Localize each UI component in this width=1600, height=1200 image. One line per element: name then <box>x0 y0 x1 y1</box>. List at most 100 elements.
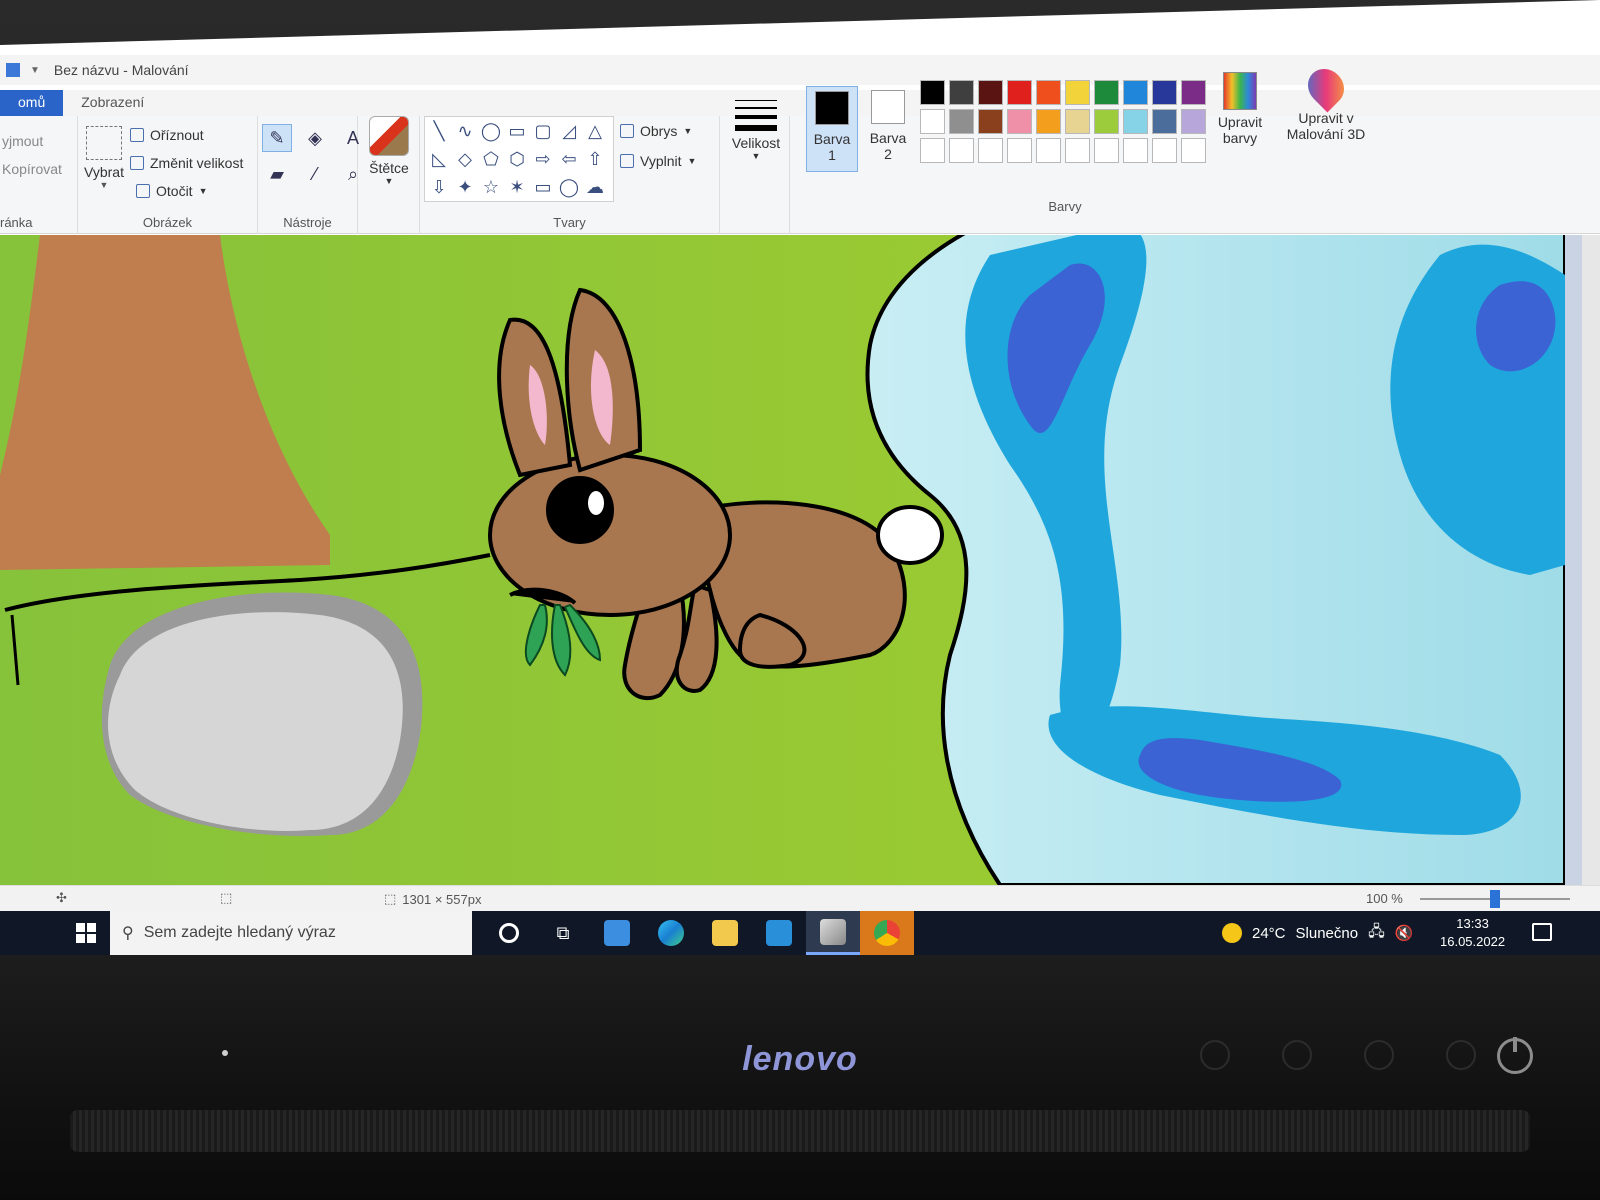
mail-button[interactable] <box>752 911 806 955</box>
cortana-button[interactable] <box>482 911 536 955</box>
shape-item[interactable]: ⇨ <box>531 147 555 171</box>
color1-selector[interactable]: Barva 1 <box>806 86 858 172</box>
color-swatch[interactable] <box>1065 138 1090 163</box>
resize-button[interactable]: Změnit velikost <box>130 150 243 176</box>
color-swatch[interactable] <box>1181 109 1206 134</box>
zoom-slider-thumb[interactable] <box>1490 890 1500 908</box>
shape-item[interactable]: ⬠ <box>479 147 503 171</box>
color-swatch[interactable] <box>978 109 1003 134</box>
color-swatch[interactable] <box>1181 80 1206 105</box>
color-swatch[interactable] <box>1065 109 1090 134</box>
drawing-canvas[interactable] <box>0 235 1565 885</box>
shape-item[interactable]: ◿ <box>557 119 581 143</box>
crop-button[interactable]: Oříznout <box>130 122 204 148</box>
task-view-button[interactable]: ⧉ <box>536 911 590 955</box>
select-button[interactable]: Vybrat ▼ <box>80 126 128 190</box>
color-picker-tool[interactable]: ⁄ <box>300 160 330 188</box>
power-button[interactable] <box>1497 1037 1533 1074</box>
shape-item[interactable]: ▢ <box>531 119 555 143</box>
clock-time: 13:33 <box>1456 916 1489 931</box>
color-swatch[interactable] <box>920 80 945 105</box>
shape-item[interactable]: ⇧ <box>583 147 607 171</box>
color-swatch[interactable] <box>1007 138 1032 163</box>
color-swatch[interactable] <box>920 138 945 163</box>
shape-item[interactable]: ☆ <box>479 175 503 199</box>
start-button[interactable] <box>76 923 96 943</box>
notification-center-icon[interactable] <box>1532 923 1552 941</box>
color-swatch[interactable] <box>1036 109 1061 134</box>
rabbit-tail <box>876 505 944 565</box>
paint-taskbar-button[interactable] <box>806 911 860 955</box>
color-swatch[interactable] <box>978 80 1003 105</box>
bezel-button[interactable] <box>1282 1040 1312 1070</box>
weather-temperature[interactable]: 24°C <box>1252 925 1286 942</box>
shape-item[interactable]: ◇ <box>453 147 477 171</box>
eraser-tool[interactable]: ▰ <box>262 160 292 188</box>
taskbar-search[interactable]: ⚲ Sem zadejte hledaný výraz <box>110 911 472 955</box>
rotate-button[interactable]: Otočit ▼ <box>136 178 208 204</box>
size-button[interactable]: Velikost ▼ <box>728 100 784 161</box>
shape-item[interactable]: ✶ <box>505 175 529 199</box>
color2-selector[interactable]: Barva 2 <box>862 86 914 172</box>
color-swatch[interactable] <box>1094 138 1119 163</box>
vertical-scrollbar[interactable] <box>1582 235 1600 885</box>
file-explorer-button[interactable] <box>698 911 752 955</box>
color-swatch[interactable] <box>1036 80 1061 105</box>
color-swatch[interactable] <box>1094 109 1119 134</box>
fill-button[interactable]: Vyplnit ▼ <box>620 148 696 174</box>
color-swatch[interactable] <box>1152 109 1177 134</box>
bezel-button[interactable] <box>1364 1040 1394 1070</box>
shape-item[interactable]: △ <box>583 119 607 143</box>
search-placeholder: Sem zadejte hledaný výraz <box>143 924 336 941</box>
color-swatch[interactable] <box>949 80 974 105</box>
shape-item[interactable]: ⬡ <box>505 147 529 171</box>
shape-item[interactable]: ╲ <box>427 119 451 143</box>
chrome-button[interactable] <box>860 911 914 955</box>
fill-tool[interactable]: ◈ <box>300 124 330 152</box>
cut-button[interactable]: yjmout <box>2 128 43 154</box>
edge-button[interactable] <box>644 911 698 955</box>
brushes-label: Štětce <box>369 160 409 176</box>
color-swatch[interactable] <box>1123 80 1148 105</box>
shape-item[interactable]: ▭ <box>505 119 529 143</box>
shape-item[interactable]: ∿ <box>453 119 477 143</box>
volume-muted-icon[interactable]: 🔇 <box>1395 924 1414 942</box>
shape-item[interactable]: ◯ <box>557 175 581 199</box>
brushes-button[interactable]: Štětce ▼ <box>364 116 414 186</box>
color-swatch[interactable] <box>1123 109 1148 134</box>
color-swatch[interactable] <box>1007 80 1032 105</box>
color-swatch[interactable] <box>1152 80 1177 105</box>
bezel-button[interactable] <box>1200 1040 1230 1070</box>
shape-item[interactable]: ◯ <box>479 119 503 143</box>
network-icon[interactable]: 🖧 <box>1368 921 1385 946</box>
pencil-tool[interactable]: ✎ <box>262 124 292 152</box>
color-swatch[interactable] <box>949 109 974 134</box>
weather-description[interactable]: Slunečno <box>1296 925 1359 942</box>
color-swatch[interactable] <box>1007 109 1032 134</box>
copy-button[interactable]: Kopírovat <box>2 156 62 182</box>
shape-item[interactable]: ✦ <box>453 175 477 199</box>
shape-item[interactable]: ⇦ <box>557 147 581 171</box>
color-swatch[interactable] <box>1065 80 1090 105</box>
paint3d-button[interactable]: Upravit v Malování 3D <box>1276 61 1376 142</box>
color-swatch[interactable] <box>1152 138 1177 163</box>
store-button[interactable] <box>590 911 644 955</box>
shape-item[interactable]: ☁ <box>583 175 607 199</box>
tab-view[interactable]: Zobrazení <box>63 90 162 116</box>
color-swatch[interactable] <box>949 138 974 163</box>
edit-colors-button[interactable]: Upravit barvy <box>1208 72 1272 146</box>
bezel-button[interactable] <box>1446 1040 1476 1070</box>
outline-button[interactable]: Obrys ▼ <box>620 118 692 144</box>
color-swatch[interactable] <box>1036 138 1061 163</box>
color-swatch[interactable] <box>978 138 1003 163</box>
color-swatch[interactable] <box>920 109 945 134</box>
color-swatch[interactable] <box>1181 138 1206 163</box>
shape-item[interactable]: ▭ <box>531 175 555 199</box>
tab-home[interactable]: omů <box>0 90 64 116</box>
color-swatch[interactable] <box>1123 138 1148 163</box>
quick-access-dropdown-icon[interactable]: ▼ <box>30 65 40 76</box>
clock[interactable]: 13:33 16.05.2022 <box>1440 915 1505 951</box>
shape-item[interactable]: ◺ <box>427 147 451 171</box>
color-swatch[interactable] <box>1094 80 1119 105</box>
shape-item[interactable]: ⇩ <box>427 175 451 199</box>
